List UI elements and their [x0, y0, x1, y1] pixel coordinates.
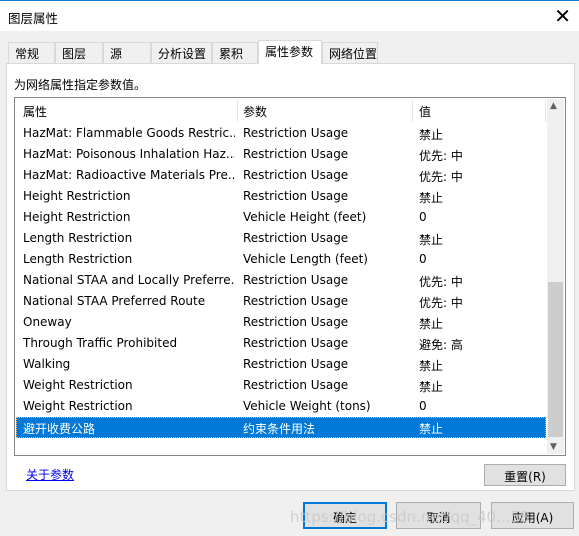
- parameter-cell: Restriction Usage: [243, 168, 349, 182]
- table-row[interactable]: HazMat: Poisonous Inhalation Haz... Restr…: [16, 144, 546, 165]
- attribute-cell: Height Restriction: [23, 210, 131, 224]
- table-row[interactable]: Weight Restriction Vehicle Weight (tons) 0: [16, 396, 546, 417]
- parameter-cell: 约束条件用法: [243, 422, 316, 436]
- attribute-cell: National STAA and Locally Preferre...: [23, 273, 235, 287]
- value-cell[interactable]: 禁止: [419, 357, 443, 374]
- attribute-cell: Length Restriction: [23, 231, 133, 245]
- about-parameters-link[interactable]: 关于参数: [26, 466, 74, 483]
- attribute-cell: HazMat: Radioactive Materials Pre...: [23, 168, 235, 182]
- table-row[interactable]: Walking Restriction Usage 禁止: [16, 354, 546, 375]
- attribute-cell: Walking: [23, 357, 71, 371]
- attribute-cell: HazMat: Flammable Goods Restric...: [23, 126, 235, 140]
- attribute-cell: Height Restriction: [23, 189, 131, 203]
- tab-network-locations[interactable]: 网络位置: [322, 42, 378, 63]
- table-row[interactable]: National STAA Preferred Route Restriction…: [16, 291, 546, 312]
- table-row[interactable]: Oneway Restriction Usage 禁止: [16, 312, 546, 333]
- attribute-cell: Length Restriction: [23, 252, 133, 266]
- table-row[interactable]: HazMat: Flammable Goods Restric... Restri…: [16, 123, 546, 144]
- tab-source[interactable]: 源: [103, 42, 151, 63]
- parameter-cell: Restriction Usage: [243, 315, 349, 329]
- value-cell[interactable]: 0: [419, 399, 427, 413]
- parameter-cell: Restriction Usage: [243, 336, 349, 350]
- attribute-cell: HazMat: Poisonous Inhalation Haz...: [23, 147, 235, 161]
- value-cell[interactable]: 禁止: [419, 231, 443, 248]
- title-bar: 图层属性 ✕: [0, 0, 579, 31]
- parameter-cell: Restriction Usage: [243, 357, 349, 371]
- table-header: 属性 参数 值: [15, 98, 546, 123]
- column-header-parameter[interactable]: 参数: [243, 103, 267, 120]
- tab-accumulation[interactable]: 累积: [212, 42, 258, 63]
- table-row[interactable]: 避开收费公路 约束条件用法 禁止: [16, 417, 546, 438]
- tab-layer[interactable]: 图层: [55, 42, 103, 63]
- value-cell[interactable]: 优先: 中: [419, 294, 463, 311]
- tab-attribute-parameters[interactable]: 属性参数: [258, 40, 322, 64]
- column-header-value[interactable]: 值: [419, 103, 431, 120]
- scroll-down-icon[interactable]: ▼: [550, 442, 557, 452]
- value-cell[interactable]: 0: [419, 210, 427, 224]
- cancel-button[interactable]: 取消: [396, 502, 481, 529]
- attribute-cell: 避开收费公路: [23, 422, 96, 436]
- scrollbar-thumb[interactable]: [548, 282, 563, 437]
- value-cell[interactable]: 避免: 高: [419, 336, 463, 353]
- scroll-up-icon[interactable]: ▲: [550, 101, 557, 111]
- column-header-attribute[interactable]: 属性: [23, 103, 47, 120]
- value-cell[interactable]: 优先: 中: [419, 147, 463, 164]
- value-cell[interactable]: 优先: 中: [419, 273, 463, 290]
- tab-general[interactable]: 常规: [8, 42, 55, 63]
- parameter-cell: Restriction Usage: [243, 231, 349, 245]
- value-cell[interactable]: 禁止: [419, 420, 443, 437]
- instruction-text: 为网络属性指定参数值。: [14, 78, 147, 92]
- parameter-cell: Restriction Usage: [243, 189, 349, 203]
- table-row[interactable]: Weight Restriction Restriction Usage 禁止: [16, 375, 546, 396]
- parameter-cell: Restriction Usage: [243, 294, 349, 308]
- table-row[interactable]: Length Restriction Restriction Usage 禁止: [16, 228, 546, 249]
- attribute-cell: National STAA Preferred Route: [23, 294, 206, 308]
- value-cell[interactable]: 0: [419, 252, 427, 266]
- table-row[interactable]: Height Restriction Vehicle Height (feet) 0: [16, 207, 546, 228]
- window-title: 图层属性: [8, 11, 59, 26]
- attribute-cell: Weight Restriction: [23, 399, 133, 413]
- table-row[interactable]: Through Traffic Prohibited Restriction Us…: [16, 333, 546, 354]
- table-row[interactable]: Length Restriction Vehicle Length (feet) 0: [16, 249, 546, 270]
- attribute-cell: Through Traffic Prohibited: [23, 336, 178, 350]
- parameter-cell: Vehicle Length (feet): [243, 252, 368, 266]
- parameter-table[interactable]: 属性 参数 值 HazMat: Flammable Goods Restric.…: [14, 97, 566, 456]
- tab-analysis-settings[interactable]: 分析设置: [151, 42, 212, 63]
- parameter-cell: Restriction Usage: [243, 147, 349, 161]
- attribute-cell: Weight Restriction: [23, 378, 133, 392]
- vertical-scrollbar[interactable]: ▲ ▼: [547, 99, 564, 454]
- attribute-cell: Oneway: [23, 315, 72, 329]
- parameter-cell: Restriction Usage: [243, 126, 349, 140]
- reset-button[interactable]: 重置(R): [484, 464, 566, 486]
- table-row[interactable]: National STAA and Locally Preferre... Res…: [16, 270, 546, 291]
- value-cell[interactable]: 优先: 中: [419, 168, 463, 185]
- table-row[interactable]: Height Restriction Restriction Usage 禁止: [16, 186, 546, 207]
- ok-button[interactable]: 确定: [303, 502, 387, 529]
- close-icon[interactable]: ✕: [554, 4, 571, 28]
- value-cell[interactable]: 禁止: [419, 315, 443, 332]
- value-cell[interactable]: 禁止: [419, 126, 443, 143]
- apply-button[interactable]: 应用(A): [491, 502, 574, 529]
- parameter-cell: Vehicle Height (feet): [243, 210, 367, 224]
- parameter-cell: Restriction Usage: [243, 273, 349, 287]
- table-row[interactable]: HazMat: Radioactive Materials Pre... Rest…: [16, 165, 546, 186]
- parameter-cell: Restriction Usage: [243, 378, 349, 392]
- parameter-cell: Vehicle Weight (tons): [243, 399, 371, 413]
- value-cell[interactable]: 禁止: [419, 189, 443, 206]
- value-cell[interactable]: 禁止: [419, 378, 443, 395]
